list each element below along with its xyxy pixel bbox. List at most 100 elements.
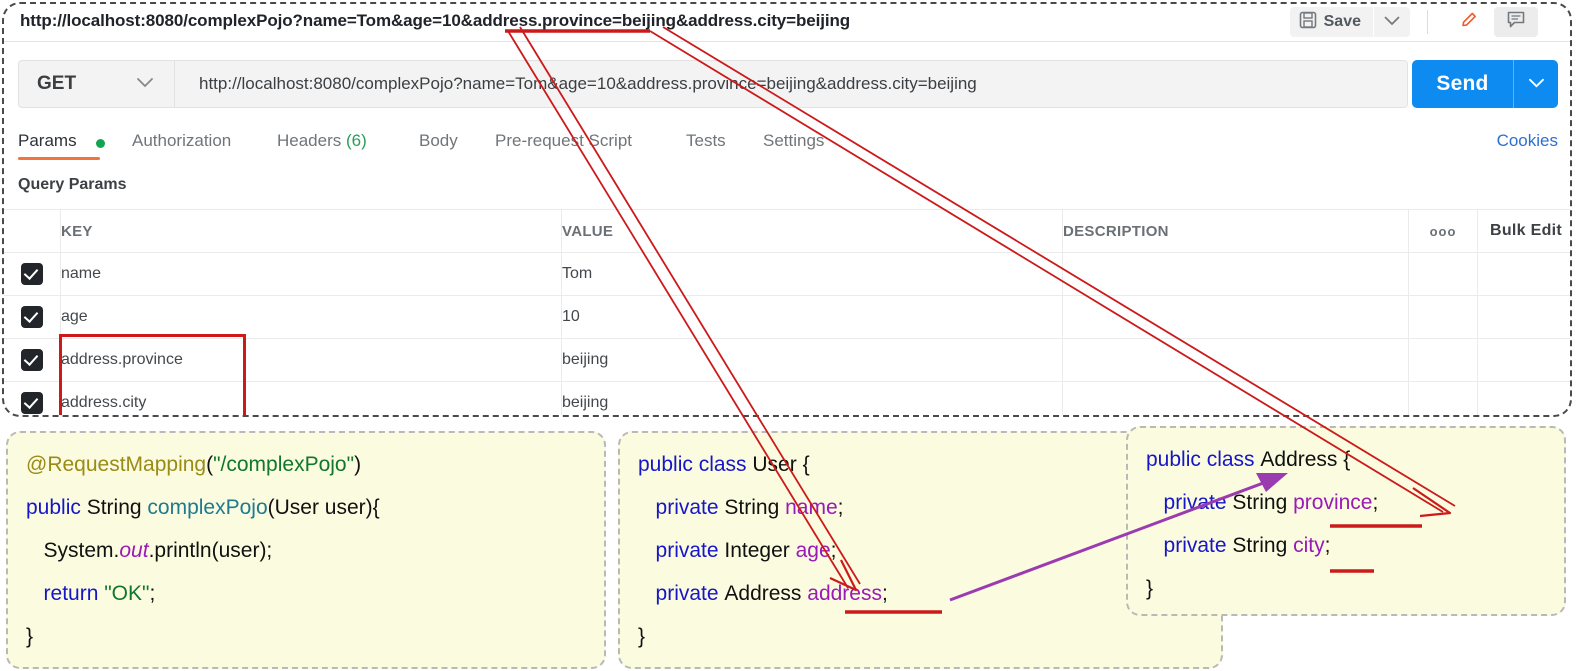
row-checkbox-cell — [4, 296, 61, 339]
tab-params[interactable]: Params — [18, 131, 77, 151]
code-line: private String name; — [638, 496, 843, 520]
code-token: ; — [149, 582, 155, 605]
row-description-cell[interactable] — [1063, 339, 1409, 382]
code-token: } — [1146, 577, 1153, 600]
code-token: } — [26, 625, 33, 648]
bulk-edit-button[interactable]: Bulk Edit — [1478, 222, 1572, 240]
code-token: String — [1232, 534, 1293, 557]
row-value-cell[interactable]: Tom — [562, 253, 1063, 296]
tab-pre-request-script[interactable]: Pre-request Script — [495, 131, 632, 151]
code-token: .println(user); — [149, 539, 273, 562]
http-method-select[interactable]: GET — [18, 60, 174, 108]
code-token: @RequestMapping — [26, 453, 206, 476]
row-checkbox[interactable] — [21, 306, 43, 328]
edit-request-button[interactable] — [1447, 7, 1491, 37]
table-row: address.provincebeijing — [4, 339, 1572, 382]
code-line: private Address address; — [638, 582, 888, 606]
code-line: } — [1146, 577, 1153, 601]
code-line: public class User { — [638, 453, 810, 477]
send-dropdown-button[interactable] — [1514, 75, 1558, 93]
code-line: return "OK"; — [26, 582, 155, 606]
row-description-cell[interactable] — [1063, 253, 1409, 296]
code-token: public — [26, 496, 87, 519]
code-token: User { — [752, 453, 809, 476]
header-checkbox-col — [4, 210, 61, 253]
tab-label: Tests — [686, 131, 726, 150]
code-token: String — [87, 496, 148, 519]
row-key-cell[interactable]: age — [61, 296, 562, 339]
cookies-link[interactable]: Cookies — [1497, 131, 1558, 151]
active-tab-underline — [18, 157, 100, 160]
header-value: VALUE — [562, 210, 1063, 253]
row-options-cell — [1409, 253, 1478, 296]
tab-body[interactable]: Body — [419, 131, 458, 151]
code-token: return — [44, 582, 105, 605]
chevron-down-icon — [1384, 13, 1400, 31]
row-checkbox[interactable] — [21, 349, 43, 371]
tab-settings[interactable]: Settings — [763, 131, 824, 151]
row-value-cell[interactable]: 10 — [562, 296, 1063, 339]
pencil-icon — [1459, 10, 1479, 35]
row-checkbox-cell — [4, 253, 61, 296]
tab-label: Pre-request Script — [495, 131, 632, 150]
code-token: } — [638, 625, 645, 648]
code-token: (User user){ — [268, 496, 380, 519]
tab-headers[interactable]: Headers (6) — [277, 131, 367, 151]
row-options-cell — [1409, 339, 1478, 382]
tab-authorization[interactable]: Authorization — [132, 131, 231, 151]
more-options-header[interactable]: ooo — [1409, 210, 1478, 253]
save-dropdown-button[interactable] — [1374, 7, 1410, 37]
row-value-cell[interactable]: beijing — [562, 339, 1063, 382]
code-token — [638, 539, 656, 562]
tab-label: Authorization — [132, 131, 231, 150]
code-token — [638, 582, 656, 605]
postman-request-panel: http://localhost:8080/complexPojo?name=T… — [2, 2, 1572, 417]
row-bulk-cell — [1478, 382, 1573, 418]
tab-count: (6) — [346, 131, 367, 150]
query-params-title: Query Params — [18, 176, 127, 194]
toolbar-divider — [1427, 10, 1428, 34]
code-token: String — [1232, 491, 1293, 514]
request-url-input[interactable]: http://localhost:8080/complexPojo?name=T… — [174, 60, 1408, 108]
row-checkbox-cell — [4, 382, 61, 418]
code-token: public class — [1146, 448, 1260, 471]
code-token: private — [656, 539, 725, 562]
row-bulk-cell — [1478, 296, 1573, 339]
more-options-icon[interactable]: ooo — [1409, 224, 1477, 239]
bulk-edit-header[interactable]: Bulk Edit — [1478, 210, 1573, 253]
code-line: public String complexPojo(User user){ — [26, 496, 380, 520]
header-description: DESCRIPTION — [1063, 210, 1409, 253]
row-bulk-cell — [1478, 339, 1573, 382]
tab-tests[interactable]: Tests — [686, 131, 726, 151]
http-method-value: GET — [37, 73, 76, 95]
code-token: ; — [831, 539, 837, 562]
code-line: private String province; — [1146, 491, 1378, 515]
row-checkbox[interactable] — [21, 392, 43, 414]
row-key-cell[interactable]: name — [61, 253, 562, 296]
row-key-cell[interactable]: address.province — [61, 339, 562, 382]
row-description-cell[interactable] — [1063, 382, 1409, 418]
request-tabs: Params Authorization Headers (6) Body Pr… — [18, 131, 1558, 163]
code-line: } — [638, 625, 645, 649]
row-description-cell[interactable] — [1063, 296, 1409, 339]
code-token — [638, 496, 656, 519]
comment-button[interactable] — [1494, 7, 1538, 37]
header-key: KEY — [61, 210, 562, 253]
code-line: System.out.println(user); — [26, 539, 272, 563]
code-token: System. — [26, 539, 119, 562]
table-row: nameTom — [4, 253, 1572, 296]
code-line: public class Address { — [1146, 448, 1350, 472]
tab-label: Settings — [763, 131, 824, 150]
row-key-cell[interactable]: address.city — [61, 382, 562, 418]
code-token: String — [724, 496, 785, 519]
code-token: Integer — [724, 539, 795, 562]
save-button[interactable]: Save — [1290, 7, 1373, 37]
send-button[interactable]: Send — [1412, 60, 1558, 108]
tab-label: Params — [18, 131, 77, 150]
row-value-cell[interactable]: beijing — [562, 382, 1063, 418]
row-checkbox[interactable] — [21, 263, 43, 285]
chevron-down-icon — [136, 75, 154, 93]
send-button-label: Send — [1412, 72, 1513, 96]
tab-label: Body — [419, 131, 458, 150]
address-class-code-panel: public class Address { private String pr… — [1126, 426, 1566, 616]
